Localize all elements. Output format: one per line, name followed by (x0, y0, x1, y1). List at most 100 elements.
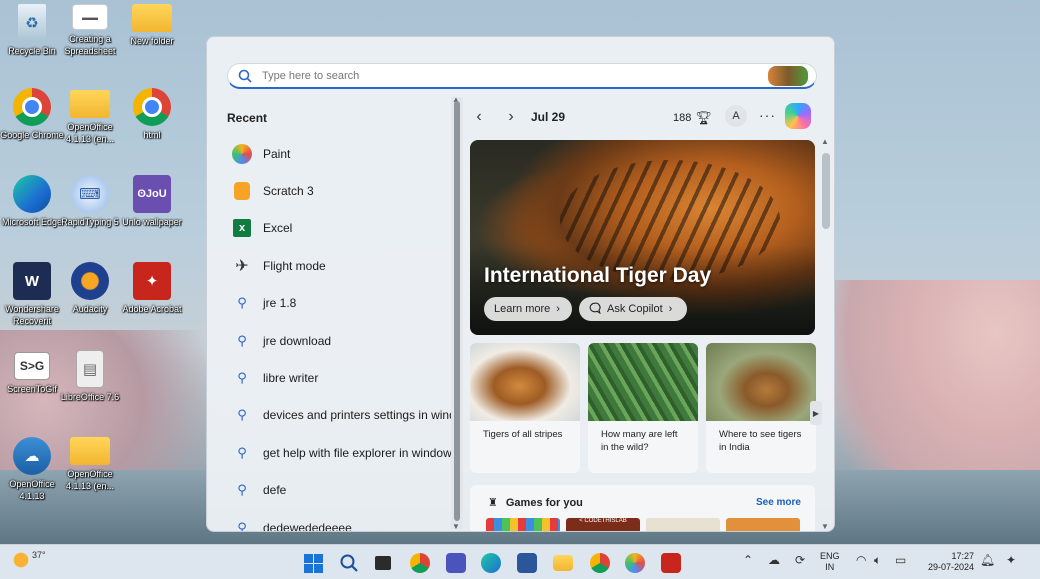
highlights-scrollbar[interactable]: ▲ ▼ (819, 137, 833, 531)
weather-widget[interactable]: 37° (12, 550, 46, 569)
copilot-taskbar-icon[interactable]: ✦ (1006, 553, 1016, 567)
input-language[interactable]: ENG IN (820, 551, 840, 573)
highlight-card[interactable]: Where to see tigers in India (706, 343, 816, 473)
recent-item-label: libre writer (263, 371, 319, 386)
desktop-icon-rapidtyping[interactable]: ⌨ RapidTyping 5 (58, 175, 122, 228)
scroll-down-icon[interactable]: ▼ (821, 522, 829, 531)
highlight-card[interactable]: How many are left in the wild? (588, 343, 698, 473)
desktop-icon-openoffice-folder-2[interactable]: OpenOffice 4.1.13 (en... (58, 437, 122, 492)
recent-search-item[interactable]: ⚲ devices and printers settings in windc (227, 397, 455, 434)
recent-item-label: jre download (263, 333, 332, 348)
desktop-icon-new-folder[interactable]: New folder (120, 4, 184, 47)
desktop-icon-openoffice[interactable]: ☁ OpenOffice 4.1.13 (0, 437, 64, 502)
see-more-link[interactable]: See more (756, 497, 801, 508)
taskbar-word[interactable] (514, 550, 540, 576)
chevron-left-icon[interactable]: ‹ (463, 108, 495, 126)
highlight-card[interactable]: Tigers of all stripes (470, 343, 580, 473)
recent-search-item[interactable]: ⚲ defe (227, 472, 455, 509)
desktop-icon-adobe-acrobat[interactable]: ✦ Adobe Acrobat (120, 262, 184, 315)
taskbar-acrobat[interactable] (658, 550, 684, 576)
search-icon: ⚲ (237, 519, 247, 532)
learn-more-button[interactable]: Learn more › (484, 297, 572, 321)
more-options-icon[interactable]: ··· (759, 107, 776, 123)
recent-search-item[interactable]: ⚲ dedewededeeee (227, 509, 455, 532)
desktop-icon-label: Wondershare Recoverit (5, 304, 59, 326)
word-icon (517, 553, 537, 573)
desktop-icon-microsoft-edge[interactable]: Microsoft Edge (0, 175, 64, 228)
taskbar-chrome-2[interactable] (587, 550, 613, 576)
paint-icon (232, 143, 252, 164)
desktop-icon-openoffice-folder[interactable]: OpenOffice 4.1.13 (en... (58, 90, 122, 145)
search-icon: ⚲ (237, 295, 247, 311)
taskbar-search-button[interactable] (336, 550, 362, 576)
avatar[interactable]: A (725, 105, 747, 127)
taskbar-paint[interactable] (622, 550, 648, 576)
audacity-icon (71, 262, 109, 300)
task-view-button[interactable] (370, 550, 396, 576)
taskbar-chrome[interactable] (407, 550, 433, 576)
hero-card[interactable]: International Tiger Day Learn more › Ask… (470, 140, 815, 335)
battery-icon[interactable]: ▭ (895, 553, 906, 567)
desktop-icon-screentogif[interactable]: S>G ScreenToGif (0, 352, 64, 395)
recent-item-label: Excel (263, 221, 293, 236)
taskbar-file-explorer[interactable] (550, 550, 576, 576)
copilot-icon[interactable] (785, 103, 811, 129)
desktop-icon-html[interactable]: html (120, 88, 184, 141)
desktop-icon-label: Google Chrome (0, 130, 64, 140)
recent-item-excel[interactable]: x Excel (227, 210, 455, 247)
chevron-right-icon[interactable]: › (495, 108, 527, 126)
onedrive-icon[interactable]: ☁ (768, 553, 780, 567)
sync-icon[interactable]: ⟳ (795, 553, 805, 567)
ask-copilot-button[interactable]: Ask Copilot › (579, 297, 687, 321)
taskbar-edge[interactable] (478, 550, 504, 576)
chevron-up-icon[interactable]: ⌃ (743, 553, 753, 567)
rewards-points[interactable]: 188 🏆︎ (673, 110, 712, 126)
recent-search-item[interactable]: ⚲ get help with file explorer in windows (227, 434, 455, 471)
recent-item-label: dedewededeeee (263, 520, 352, 532)
scroll-up-icon[interactable]: ▲ (821, 137, 829, 146)
scrollbar-thumb[interactable] (454, 101, 460, 521)
game-thumbnail[interactable] (486, 518, 560, 531)
desktop-icon-label: Unlo wallpaper (122, 217, 182, 227)
teams-icon (446, 553, 466, 573)
desktop-icon-recycle-bin[interactable]: ♻ Recycle Bin (0, 4, 64, 57)
clock-time: 17:27 (951, 551, 974, 561)
recent-scrollbar[interactable]: ▲ ▼ (451, 95, 463, 531)
desktop-icon-libreoffice[interactable]: ▤ LibreOffice 7.6 (58, 350, 122, 403)
game-thumbnail[interactable] (726, 518, 800, 531)
acrobat-icon (661, 553, 681, 573)
search-icon (340, 554, 358, 572)
learn-more-label: Learn more (494, 303, 551, 315)
edge-icon (13, 175, 51, 213)
volume-icon[interactable]: 🔈︎ (874, 553, 881, 568)
clock[interactable]: 17:27 29-07-2024 (922, 551, 974, 573)
start-button[interactable] (300, 550, 326, 576)
recent-search-item[interactable]: ⚲ jre 1.8 (227, 285, 455, 322)
game-thumbnail[interactable]: < CODETHISLAB (566, 518, 640, 531)
edge-icon (481, 553, 501, 573)
wifi-icon[interactable]: ◠ (856, 553, 866, 567)
desktop-icon-audacity[interactable]: Audacity (58, 262, 122, 315)
desktop-icon-wondershare-recoverit[interactable]: W Wondershare Recoverit (0, 262, 64, 327)
recent-search-item[interactable]: ⚲ libre writer (227, 359, 455, 396)
recent-item-paint[interactable]: Paint (227, 135, 455, 172)
notification-icon[interactable]: 🔔︎ (980, 553, 995, 567)
scroll-down-icon[interactable]: ▼ (452, 522, 460, 531)
desktop-icon-google-chrome[interactable]: Google Chrome (0, 88, 64, 141)
search-highlight-doodle-icon[interactable] (768, 65, 808, 86)
desktop-icon-label: New folder (130, 36, 174, 46)
desktop-icon-spreadsheet[interactable]: ▬▬ Creating a Spreadsheet (58, 4, 122, 57)
sun-icon (12, 551, 30, 569)
search-input[interactable] (262, 69, 768, 82)
search-box[interactable] (227, 63, 817, 89)
hero-shade (470, 245, 815, 335)
recent-item-scratch[interactable]: Scratch 3 (227, 172, 455, 209)
taskbar-teams[interactable] (443, 550, 469, 576)
rapidtyping-icon: ⌨ (71, 175, 109, 213)
recent-item-flight-mode[interactable]: ✈ Flight mode (227, 247, 455, 284)
game-thumbnail[interactable] (646, 518, 720, 531)
screentogif-icon: S>G (14, 352, 50, 380)
desktop-icon-unlo-wallpaper[interactable]: ʘJoU Unlo wallpaper (120, 175, 184, 228)
scrollbar-thumb[interactable] (822, 153, 830, 229)
recent-search-item[interactable]: ⚲ jre download (227, 322, 455, 359)
